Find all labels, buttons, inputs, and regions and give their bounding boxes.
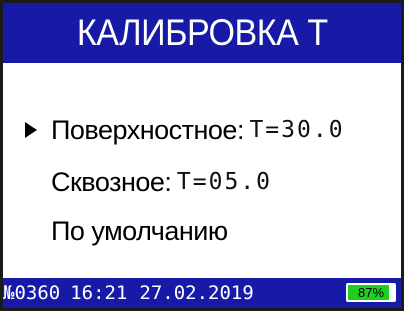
- menu-item-surface[interactable]: Поверхностное: T=30.0: [3, 108, 401, 152]
- battery-icon: 87%: [346, 283, 396, 302]
- battery-percent: 87%: [357, 285, 385, 300]
- menu-item-through[interactable]: Сквозное: T=05.0: [3, 160, 401, 204]
- page-title: КАЛИБРОВКА Т: [76, 12, 328, 53]
- label-separator: :: [236, 114, 245, 145]
- selection-cursor-icon: [25, 122, 51, 138]
- calibration-menu: Поверхностное: T=30.0 Сквозное: T=05.0 П…: [3, 63, 401, 278]
- status-bar: №0360 16:21 27.02.2019 87%: [3, 278, 401, 308]
- status-time: 16:21: [70, 282, 128, 304]
- menu-item-label: Поверхностное: [51, 114, 237, 145]
- status-date: 27.02.2019: [139, 282, 254, 304]
- label-separator: :: [164, 166, 172, 197]
- menu-item-label: Сквозное: [51, 166, 165, 197]
- device-number: №0360: [3, 282, 61, 304]
- device-screen: КАЛИБРОВКА Т Поверхностное: T=30.0 Сквоз…: [3, 3, 401, 308]
- menu-item-value: T=30.0: [249, 117, 345, 143]
- battery-level-fill: 87%: [348, 285, 389, 300]
- menu-item-default[interactable]: По умолчанию: [3, 209, 401, 253]
- menu-item-value: T=05.0: [176, 169, 272, 195]
- title-bar: КАЛИБРОВКА Т: [3, 3, 401, 63]
- menu-item-label: По умолчанию: [51, 215, 228, 246]
